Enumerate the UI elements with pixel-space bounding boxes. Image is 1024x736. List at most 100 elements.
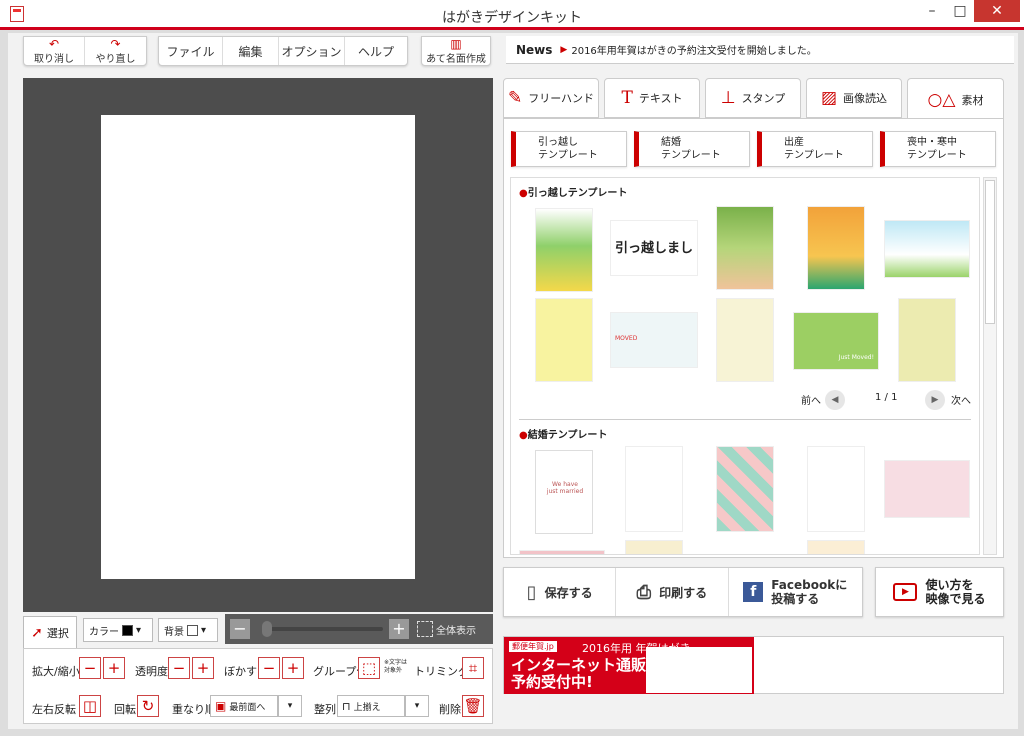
menu-edit[interactable]: 編集 (223, 37, 279, 65)
tab-stamp[interactable]: ⊥ スタンプ (705, 78, 801, 118)
template-thumbnail[interactable] (884, 220, 970, 278)
maximize-button[interactable]: □ (946, 0, 974, 22)
template-thumbnail[interactable]: Just Moved! (793, 312, 879, 370)
tab-freehand-label: フリーハンド (528, 92, 595, 105)
menu-options[interactable]: オプション (279, 37, 345, 65)
print-label: 印刷する (659, 585, 708, 600)
tab-text-label: テキスト (638, 92, 683, 105)
undo-icon: ↶ (48, 36, 60, 51)
tools-panel: 拡大/縮小 − + 透明度 − + ぼかす − + グループ化 ⬚ ※文字は対象… (23, 648, 493, 724)
postcard-canvas[interactable] (101, 115, 415, 579)
fit-view-button[interactable]: 全体表示 (417, 619, 489, 639)
menu-help[interactable]: ヘルプ (345, 37, 407, 65)
category-moving[interactable]: 引っ越し テンプレート (511, 131, 627, 167)
tab-material[interactable]: ○△ 素材 (907, 78, 1004, 120)
ad-banner[interactable]: 郵便年賀.jp 2016年用 年賀はがき インターネット通販 予約受付中! (504, 637, 754, 694)
rotate-button[interactable]: ↻ (137, 695, 159, 717)
minimize-button[interactable]: – (918, 0, 946, 22)
print-button[interactable]: ⎙ 印刷する (616, 568, 729, 616)
play-icon: ▶ (893, 583, 918, 601)
template-gallery: ●引っ越しテンプレート 引っ越しました MOVED Just Moved! 前へ… (510, 177, 980, 555)
rotate-label: 回転 (114, 703, 136, 716)
align-dropdown[interactable]: ⊓ 上揃え (337, 695, 405, 717)
template-thumbnail[interactable] (519, 550, 605, 554)
align-dropdown-toggle[interactable]: ▾ (405, 695, 429, 717)
menu-bar: ファイル 編集 オプション ヘルプ (158, 36, 408, 66)
chevron-down-icon: ▾ (414, 701, 420, 711)
trim-button[interactable]: ⌗ (462, 657, 484, 679)
template-thumbnail[interactable] (807, 540, 865, 554)
undo-button[interactable]: ↶ 取り消し (24, 36, 86, 65)
flip-button[interactable]: ◫ (79, 695, 101, 717)
address-label: あて名面作成 (426, 53, 486, 65)
scale-down-button[interactable]: − (79, 657, 101, 679)
save-button[interactable]: ▯ 保存する (504, 568, 617, 616)
delete-button[interactable]: 🗑 (462, 695, 484, 717)
redo-button[interactable]: ↷ やり直し (85, 37, 146, 65)
background-dropdown[interactable]: 背景 ▾ (158, 618, 218, 642)
category-birth[interactable]: 出産 テンプレート (757, 131, 873, 167)
news-arrow-icon: ▶ (560, 44, 568, 55)
pager-prev-button[interactable]: ◀ (825, 390, 845, 410)
template-thumbnail[interactable] (884, 460, 970, 518)
tab-text[interactable]: T テキスト (604, 78, 700, 118)
order-dropdown-toggle[interactable]: ▾ (278, 695, 302, 717)
facebook-icon: f (743, 582, 764, 602)
template-thumbnail[interactable] (716, 446, 774, 532)
gallery-scrollbar[interactable] (983, 177, 997, 555)
tab-stamp-label: スタンプ (741, 92, 786, 105)
menu-file[interactable]: ファイル (159, 37, 223, 65)
design-canvas-area (23, 78, 493, 612)
align-label: 整列 (314, 703, 336, 716)
zoom-out-button[interactable]: − (230, 619, 250, 639)
background-swatch (187, 624, 198, 636)
color-dropdown[interactable]: カラー ▾ (83, 618, 153, 642)
undo-redo-group: ↶ 取り消し ↷ やり直し (23, 36, 147, 66)
template-thumbnail[interactable] (625, 540, 683, 554)
gallery-scroll-thumb[interactable] (985, 180, 995, 324)
pager-next-button[interactable]: ▶ (925, 390, 945, 410)
template-thumbnail[interactable]: We have just married (535, 450, 593, 534)
group-button[interactable]: ⬚ (358, 657, 380, 679)
facebook-post-button[interactable]: f Facebookに 投稿する (729, 568, 863, 616)
address-side-button[interactable]: ▥ あて名面作成 (422, 37, 490, 65)
tab-import-image[interactable]: ▨ 画像読込 (806, 78, 902, 118)
news-link[interactable]: 2016年用年賀はがきの予約注文受付を開始しました。 (571, 42, 816, 57)
opacity-down-button[interactable]: − (168, 657, 190, 679)
opacity-up-button[interactable]: + (192, 657, 214, 679)
template-thumbnail[interactable] (807, 206, 865, 290)
template-thumbnail[interactable] (807, 446, 865, 532)
category-mourning[interactable]: 喪中・寒中 テンプレート (880, 131, 996, 167)
template-thumbnail[interactable] (716, 298, 774, 382)
save-label: 保存する (544, 585, 593, 600)
template-thumbnail[interactable]: MOVED (610, 312, 698, 368)
tab-freehand[interactable]: ✎ フリーハンド (503, 78, 599, 118)
category-wedding-label: 結婚 (661, 137, 681, 148)
chevron-down-icon: ▾ (136, 624, 142, 636)
category-moving-label: 引っ越し (538, 137, 578, 148)
template-thumbnail[interactable]: 引っ越しました (610, 220, 698, 276)
zoom-slider-track[interactable] (267, 627, 383, 631)
trim-label: トリミング (414, 665, 469, 678)
scale-up-button[interactable]: + (103, 657, 125, 679)
howto-video-button[interactable]: ▶ 使い方を 映像で見る (875, 567, 1004, 617)
zoom-slider-thumb[interactable] (262, 621, 272, 637)
template-thumbnail[interactable] (898, 298, 956, 382)
action-bar: ▯ 保存する ⎙ 印刷する f Facebookに 投稿する (503, 567, 863, 617)
template-thumbnail[interactable] (716, 206, 774, 290)
order-dropdown[interactable]: ▣ 最前面へ (210, 695, 278, 717)
template-thumbnail[interactable] (535, 298, 593, 382)
template-thumbnail[interactable] (625, 446, 683, 532)
select-tool[interactable]: ➚ 選択 (23, 616, 77, 648)
chevron-down-icon: ▾ (287, 701, 293, 711)
zoom-in-button[interactable]: + (389, 619, 409, 639)
document-icon: ▯ (526, 581, 537, 603)
blur-down-button[interactable]: − (258, 657, 280, 679)
news-bar: News ▶ 2016年用年賀はがきの予約注文受付を開始しました。 (506, 36, 1014, 64)
close-button[interactable]: ✕ (974, 0, 1020, 22)
category-wedding[interactable]: 結婚 テンプレート (634, 131, 750, 167)
pager-page: 1 / 1 (875, 392, 898, 403)
flip-label: 左右反転 (32, 703, 76, 716)
blur-up-button[interactable]: + (282, 657, 304, 679)
template-thumbnail[interactable] (535, 208, 593, 292)
